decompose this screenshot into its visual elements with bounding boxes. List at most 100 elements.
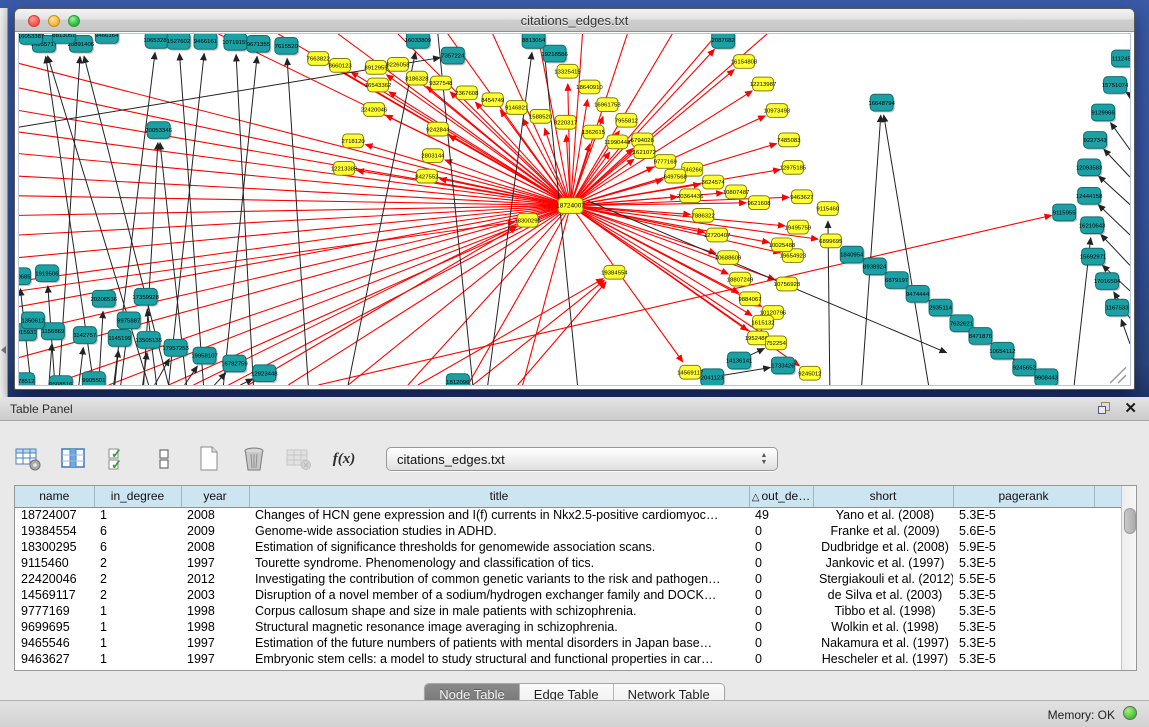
cell-name: 22420046 [15,571,94,587]
scrollbar-thumb[interactable] [1124,508,1136,534]
column-header-in_degree[interactable]: in_degree [94,486,181,507]
graph-edge [571,206,683,362]
function-builder-icon[interactable]: f(x) [329,444,359,474]
table-row[interactable]: 2242004622012Investigating the contribut… [15,571,1121,587]
graph-node-label: 9905501 [82,378,105,384]
graph-node-label: 18640910 [576,85,603,91]
table-row[interactable]: 1872400712008Changes of HCN gene express… [15,507,1121,523]
graph-edge [1104,149,1130,177]
table-row[interactable]: 1830029562008Estimation of significance … [15,539,1121,555]
float-panel-icon[interactable] [1098,402,1111,415]
graph-node-label: 11990448 [604,140,631,146]
table-row[interactable]: 977716911998Corpus callosum shape and si… [15,603,1121,619]
cell-title: Structural magnetic resonance image aver… [249,619,749,635]
table-options-icon[interactable] [14,444,44,474]
graph-node-label: 19958107 [191,354,218,360]
table-row[interactable]: 1456911722003Disruption of a novel membe… [15,587,1121,603]
control-panel-collapsed-strip[interactable] [0,8,8,397]
graph-node-label: 752254 [766,341,787,347]
new-table-icon[interactable] [194,444,224,474]
graph-node-label: 16961758 [594,103,621,109]
graph-node-label: 6879197 [885,278,908,284]
graph-edge [179,54,203,385]
graph-edge [418,279,603,385]
citation-graph[interactable]: 1405571720891406160533878813051946616410… [19,34,1130,385]
memory-status-indicator[interactable] [1123,706,1137,720]
graph-node-label: 12923448 [251,371,278,377]
cell-title: Estimation of the future numbers of pati… [249,635,749,651]
window-title: citations_edges.txt [15,13,1134,28]
graph-node-label: 8912955 [364,66,388,72]
cell-pagerank: 5.3E-5 [953,651,1094,667]
column-header-filler [1094,486,1121,507]
graph-node-label: 16782759 [221,362,248,368]
table-row[interactable]: 911546021997Tourette syndrome. Phenomeno… [15,555,1121,571]
table-row[interactable]: 946554611997Estimation of the future num… [15,635,1121,651]
network-canvas[interactable]: 1405571720891406160533878813051946616410… [18,33,1131,386]
row-selection-icon[interactable]: ✓✓ [104,444,134,474]
table-scrollbar[interactable] [1121,486,1136,670]
column-header-pagerank[interactable]: pagerank [953,486,1094,507]
graph-node-label: 14569117 [677,370,703,376]
cell-in_degree: 2 [94,571,181,587]
delete-table-icon[interactable] [239,444,269,474]
cell-title: Changes of HCN gene expression and I(f) … [249,507,749,523]
cell-out_degree: 0 [749,539,813,555]
graph-node-label: 18807249 [727,277,754,283]
window-titlebar[interactable]: citations_edges.txt [15,9,1134,32]
column-header-out_degree[interactable]: △out_de… [749,486,813,507]
show-columns-icon[interactable] [59,444,89,474]
graph-node-label: 16210643 [1079,223,1106,229]
cell-filler [1094,603,1121,619]
graph-node-label: 1527602 [167,39,190,45]
cell-year: 1998 [181,619,249,635]
graph-node-label: 9975887 [117,318,140,324]
graph-node-label: 15692971 [1080,255,1107,261]
table-row[interactable]: 969969511998Structural magnetic resonanc… [15,619,1121,635]
resize-grip-icon[interactable] [1110,367,1126,383]
table-row[interactable]: 1938455462009Genome-wide association stu… [15,523,1121,539]
graph-node-label: 8660123 [329,64,353,70]
table-panel-header[interactable]: Table Panel ✕ [0,397,1149,421]
graph-node-label: 10688609 [715,256,742,262]
cell-filler [1094,523,1121,539]
row-height-icon[interactable] [149,444,179,474]
cell-out_degree: 0 [749,651,813,667]
graph-edge [1121,320,1130,344]
graph-edge [571,206,775,280]
graph-node-label: 16543362 [365,83,392,89]
graph-node-label: 2087682 [711,38,734,44]
cell-short: Franke et al. (2009) [813,523,953,539]
close-panel-icon[interactable]: ✕ [1124,399,1137,417]
cell-title: Corpus callosum shape and size in male p… [249,603,749,619]
expand-panel-arrow-icon[interactable] [1,346,6,354]
cell-out_degree: 49 [749,507,813,523]
cell-in_degree: 1 [94,603,181,619]
table-row[interactable]: 946362711997Embryonic stem cells: a mode… [15,651,1121,667]
cell-name: 14569117 [15,587,94,603]
cell-in_degree: 2 [94,587,181,603]
column-header-name[interactable]: name [15,486,94,507]
column-header-title[interactable]: title [249,486,749,507]
graph-node-label: 15751074 [1102,83,1129,89]
graph-node-label: 17016504 [1094,279,1121,285]
cell-name: 9777169 [15,603,94,619]
sort-ascending-icon: △ [752,492,760,503]
graph-node-label: 16053387 [19,34,44,40]
cell-in_degree: 1 [94,507,181,523]
cell-pagerank: 5.5E-5 [953,571,1094,587]
graph-edge [473,280,605,385]
graph-node-label: 1350612 [21,318,44,324]
graph-node-label: 12213987 [750,82,777,88]
graph-node-label: 7357224 [441,54,465,60]
cell-pagerank: 5.6E-5 [953,523,1094,539]
graph-node-label: 9129966 [1091,111,1115,117]
table-selector-dropdown[interactable]: citations_edges.txt ▲▼ [386,447,778,471]
cell-name: 9115460 [15,555,94,571]
column-header-year[interactable]: year [181,486,249,507]
network-window[interactable]: citations_edges.txt 14055717208914061605… [14,8,1135,390]
cell-title: Disruption of a novel member of a sodium… [249,587,749,603]
cell-name: 18300295 [15,539,94,555]
column-header-short[interactable]: short [813,486,953,507]
cell-in_degree: 1 [94,651,181,667]
